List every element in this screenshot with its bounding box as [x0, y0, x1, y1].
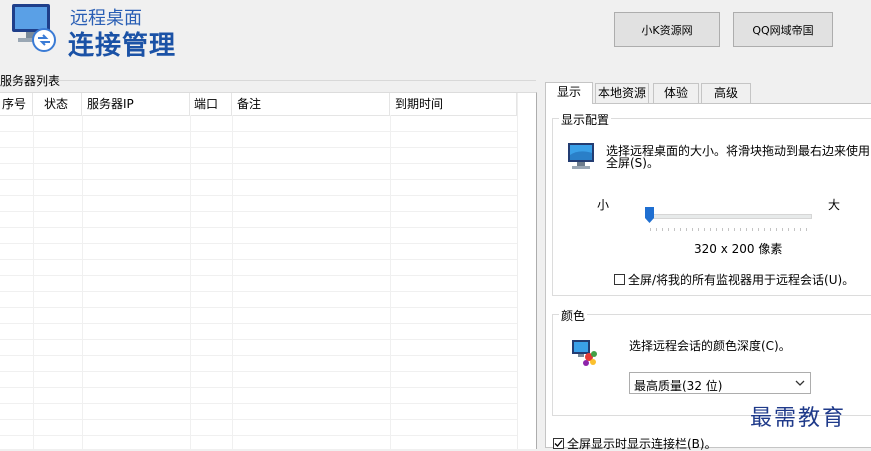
slider-tick [728, 228, 729, 231]
column-header-server-ip[interactable]: 服务器IP [82, 93, 190, 115]
slider-tick [764, 228, 765, 231]
all-monitors-checkbox[interactable] [614, 274, 625, 285]
all-monitors-label[interactable]: 全屏/将我的所有监视器用于远程会话(U)。 [628, 274, 854, 286]
server-table[interactable]: 序号 状态 服务器IP 端口 备注 到期时间 [0, 92, 537, 449]
watermark: 最需教育 [750, 406, 847, 431]
slider-tick [716, 228, 717, 231]
slider-min-label: 小 [597, 198, 610, 212]
slider-tick [722, 228, 723, 231]
grid-row-line [0, 195, 517, 196]
grid-row-line [0, 323, 517, 324]
slider-tick [686, 228, 687, 231]
monitor-icon [568, 143, 594, 169]
slider-tick [662, 228, 663, 231]
chevron-down-icon [795, 380, 805, 386]
resolution-text: 320 x 200 像素 [694, 242, 783, 256]
grid-column-line [390, 115, 391, 449]
vertical-scrollbar[interactable] [517, 93, 536, 449]
grid-row-line [0, 419, 517, 420]
tab-experience[interactable]: 体验 [653, 83, 699, 103]
slider-tick [806, 228, 807, 231]
grid-row-line [0, 339, 517, 340]
slider-tick [746, 228, 747, 231]
grid-row-line [0, 243, 517, 244]
grid-row-line [0, 259, 517, 260]
slider-tick [782, 228, 783, 231]
grid-column-line [33, 115, 34, 449]
slider-tick [734, 228, 735, 231]
slider-tick [704, 228, 705, 231]
slider-tick [776, 228, 777, 231]
slider-tick [770, 228, 771, 231]
slider-tick [692, 228, 693, 231]
color-depth-select[interactable]: 最高质量(32 位) [629, 372, 811, 394]
table-header: 序号 状态 服务器IP 端口 备注 到期时间 [0, 93, 536, 116]
color-group-label: 颜色 [559, 307, 588, 324]
grid-row-line [0, 147, 517, 148]
slider-tick [710, 228, 711, 231]
grid-column-line [190, 115, 191, 449]
grid-row-line [0, 211, 517, 212]
column-header-expiry[interactable]: 到期时间 [390, 93, 517, 115]
slider-tick [788, 228, 789, 231]
slider-tick [650, 228, 651, 231]
grid-row-line [0, 371, 517, 372]
grid-row-line [0, 131, 517, 132]
slider-tick [674, 228, 675, 231]
color-depth-value: 最高质量(32 位) [634, 379, 723, 393]
column-header-port[interactable]: 端口 [190, 93, 232, 115]
color-description: 选择远程会话的颜色深度(C)。 [629, 339, 791, 353]
grid-column-line [232, 115, 233, 449]
slider-tick [794, 228, 795, 231]
slider-tick [656, 228, 657, 231]
color-palette-icon [572, 340, 597, 366]
remote-desktop-icon [12, 4, 56, 52]
slider-tick [800, 228, 801, 231]
qq-domain-button[interactable]: QQ网域帝国 [733, 12, 833, 47]
display-tab-panel: 显示配置 选择远程桌面的大小。将滑块拖动到最右边来使用 全屏(S)。 小 大 3… [545, 103, 871, 450]
column-header-index[interactable]: 序号 [0, 93, 33, 115]
slider-tick [680, 228, 681, 231]
xk-resource-button[interactable]: 小K资源网 [614, 12, 720, 47]
grid-row-line [0, 403, 517, 404]
grid-column-line [82, 115, 83, 449]
tab-advanced[interactable]: 高级 [701, 83, 751, 103]
grid-row-line [0, 227, 517, 228]
grid-row-line [0, 163, 517, 164]
server-list-caption: 服务器列表 [0, 74, 61, 88]
grid-row-line [0, 179, 517, 180]
grid-row-line [0, 275, 517, 276]
display-config-group: 显示配置 选择远程桌面的大小。将滑块拖动到最右边来使用 全屏(S)。 小 大 3… [552, 111, 871, 296]
tab-local-resources[interactable]: 本地资源 [595, 83, 649, 103]
app-title: 连接管理 [68, 31, 177, 61]
slider-tick [698, 228, 699, 231]
resolution-slider-thumb[interactable] [645, 207, 654, 223]
connection-bar-checkbox[interactable] [553, 438, 564, 449]
slider-tick [740, 228, 741, 231]
column-header-note[interactable]: 备注 [232, 93, 390, 115]
grid-row-line [0, 355, 517, 356]
slider-tick [752, 228, 753, 231]
slider-tick [668, 228, 669, 231]
grid-row-line [0, 307, 517, 308]
resolution-slider-track[interactable] [646, 214, 812, 219]
connection-bar-label[interactable]: 全屏显示时显示连接栏(B)。 [567, 438, 717, 450]
divider [58, 80, 536, 81]
grid-row-line [0, 387, 517, 388]
tab-display[interactable]: 显示 [545, 82, 593, 104]
grid-row-line [0, 291, 517, 292]
column-header-status[interactable]: 状态 [33, 93, 82, 115]
display-config-label: 显示配置 [559, 111, 612, 128]
grid-row-line [0, 435, 517, 436]
checkmark-icon [554, 440, 563, 447]
slider-max-label: 大 [828, 198, 841, 212]
header: 远程桌面 连接管理 小K资源网 QQ网域帝国 [0, 0, 871, 62]
display-description-line2: 全屏(S)。 [606, 156, 659, 170]
slider-tick [758, 228, 759, 231]
